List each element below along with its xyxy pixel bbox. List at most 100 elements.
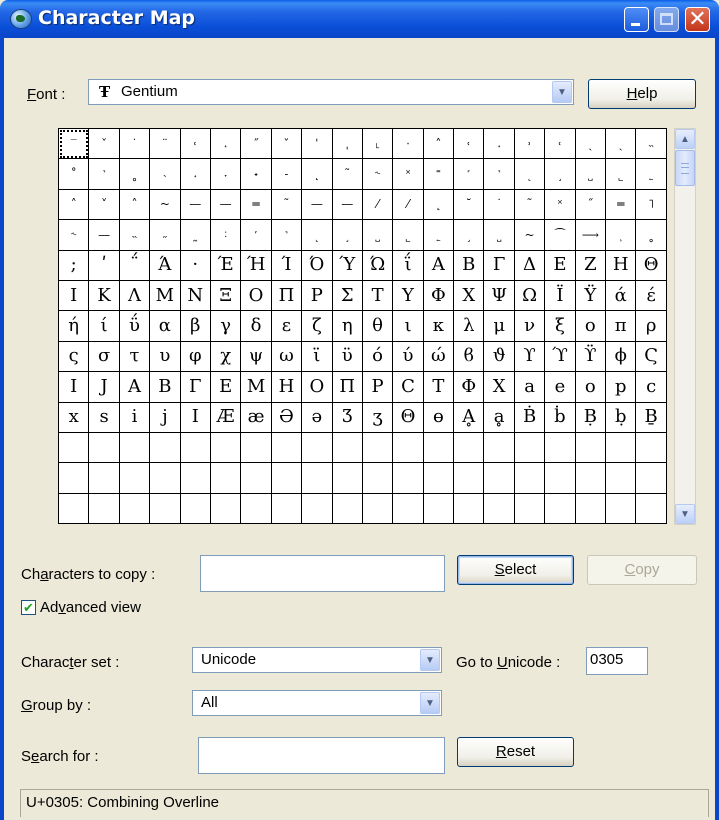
char-cell[interactable]: Ή bbox=[241, 250, 272, 281]
char-cell[interactable]: ʒ bbox=[362, 402, 394, 433]
char-cell[interactable]: ~ bbox=[150, 189, 181, 221]
chevron-down-icon[interactable]: ▼ bbox=[420, 692, 440, 714]
char-cell[interactable]: ˖ bbox=[241, 159, 272, 190]
char-cell[interactable]: Ψ bbox=[484, 280, 515, 312]
char-cell[interactable]: Ύ bbox=[332, 250, 363, 281]
char-cell[interactable]: ʹ bbox=[89, 250, 120, 281]
char-cell[interactable]: Ώ bbox=[362, 250, 394, 281]
char-cell[interactable]: ˞ bbox=[362, 159, 394, 190]
close-button[interactable]: ✕ bbox=[685, 6, 710, 32]
char-cell[interactable]: ~ bbox=[514, 220, 546, 251]
char-cell[interactable]: ˛ bbox=[302, 159, 333, 190]
char-cell[interactable]: Λ bbox=[119, 280, 151, 312]
char-cell[interactable] bbox=[454, 432, 485, 464]
char-cell[interactable] bbox=[59, 432, 90, 464]
char-cell[interactable]: ˟ bbox=[545, 189, 576, 221]
char-cell[interactable] bbox=[362, 463, 394, 494]
char-cell[interactable]: ˎ bbox=[575, 129, 607, 160]
char-cell[interactable] bbox=[393, 463, 424, 494]
char-cell[interactable]: λ bbox=[454, 311, 485, 342]
char-cell[interactable]: ˔ bbox=[484, 129, 515, 160]
char-cell[interactable] bbox=[332, 493, 363, 525]
char-cell[interactable] bbox=[89, 493, 120, 525]
char-cell[interactable]: Υ bbox=[393, 280, 424, 312]
char-cell[interactable] bbox=[150, 463, 181, 494]
char-cell[interactable]: α bbox=[150, 311, 181, 342]
char-cell[interactable] bbox=[575, 493, 607, 525]
char-cell[interactable] bbox=[393, 432, 424, 464]
char-cell[interactable]: κ bbox=[423, 311, 455, 342]
char-cell[interactable] bbox=[150, 432, 181, 464]
char-cell[interactable]: ˏ bbox=[606, 129, 637, 160]
char-cell[interactable]: е bbox=[545, 372, 576, 403]
char-cell[interactable]: Α bbox=[119, 372, 151, 403]
char-cell[interactable]: і bbox=[119, 402, 151, 433]
char-cell[interactable] bbox=[180, 493, 211, 525]
char-cell[interactable]: ά bbox=[606, 280, 637, 312]
char-cell[interactable]: μ bbox=[484, 311, 515, 342]
grid-scrollbar[interactable]: ▲ ▼ bbox=[674, 128, 696, 525]
char-cell[interactable]: ⁄ bbox=[362, 189, 394, 221]
char-cell[interactable]: ‾ bbox=[59, 129, 90, 160]
char-cell[interactable]: γ bbox=[210, 311, 242, 342]
char-cell[interactable] bbox=[514, 493, 546, 525]
char-cell[interactable]: Ḃ bbox=[514, 402, 546, 433]
char-cell[interactable]: ˌ bbox=[332, 129, 363, 160]
char-cell[interactable] bbox=[271, 493, 303, 525]
char-cell[interactable]: Μ bbox=[150, 280, 181, 312]
char-cell[interactable]: ˽ bbox=[362, 220, 394, 251]
char-cell[interactable] bbox=[150, 493, 181, 525]
char-cell[interactable]: ə bbox=[302, 402, 333, 433]
char-cell[interactable] bbox=[119, 432, 151, 464]
char-cell[interactable] bbox=[180, 463, 211, 494]
char-cell[interactable]: Ј bbox=[89, 372, 120, 403]
char-cell[interactable]: Τ bbox=[362, 280, 394, 312]
char-cell[interactable] bbox=[180, 432, 211, 464]
char-cell[interactable]: ˽ bbox=[484, 220, 515, 251]
char-cell[interactable]: ˞ bbox=[59, 220, 90, 251]
char-cell[interactable]: Α bbox=[423, 250, 455, 281]
char-cell[interactable]: ˭ bbox=[423, 159, 455, 190]
char-cell[interactable]: ΐ bbox=[393, 250, 424, 281]
char-cell[interactable] bbox=[545, 493, 576, 525]
char-cell[interactable]: ο bbox=[575, 311, 607, 342]
char-cell[interactable]: τ bbox=[119, 341, 151, 373]
char-cell[interactable]: ρ bbox=[636, 311, 667, 342]
char-cell[interactable]: Ό bbox=[302, 250, 333, 281]
char-cell[interactable]: — bbox=[89, 220, 120, 251]
char-cell[interactable]: Ε bbox=[210, 372, 242, 403]
char-cell[interactable]: ḁ bbox=[484, 402, 515, 433]
char-cell[interactable]: Æ bbox=[210, 402, 242, 433]
char-cell[interactable]: Θ bbox=[636, 250, 667, 281]
char-cell[interactable]: ς bbox=[59, 341, 90, 373]
char-cell[interactable]: Ə bbox=[271, 402, 303, 433]
character-set-dropdown[interactable]: Unicode ▼ bbox=[192, 647, 442, 673]
char-cell[interactable]: ˕ bbox=[210, 159, 242, 190]
char-cell[interactable]: ˼ bbox=[454, 220, 485, 251]
scroll-thumb[interactable] bbox=[675, 150, 695, 186]
advanced-view-label[interactable]: Advanced view bbox=[40, 599, 141, 616]
char-cell[interactable] bbox=[89, 432, 120, 464]
chevron-down-icon[interactable]: ▼ bbox=[552, 81, 572, 103]
reset-button[interactable]: Reset bbox=[457, 737, 574, 767]
char-cell[interactable]: Κ bbox=[89, 280, 120, 312]
char-cell[interactable]: σ bbox=[89, 341, 120, 373]
char-cell[interactable] bbox=[423, 432, 455, 464]
char-cell[interactable]: ˔ bbox=[180, 159, 211, 190]
advanced-view-checkbox[interactable]: ✔ bbox=[21, 600, 36, 615]
char-cell[interactable]: ˼ bbox=[332, 220, 363, 251]
char-cell[interactable]: ˻ bbox=[302, 220, 333, 251]
char-cell[interactable] bbox=[636, 463, 667, 494]
char-cell[interactable]: Έ bbox=[210, 250, 242, 281]
char-cell[interactable]: ⟶ bbox=[575, 220, 607, 251]
char-cell[interactable] bbox=[302, 493, 333, 525]
char-cell[interactable] bbox=[241, 463, 272, 494]
char-cell[interactable]: ˸ bbox=[210, 220, 242, 251]
char-cell[interactable]: ˗ bbox=[271, 159, 303, 190]
char-cell[interactable]: ḅ bbox=[606, 402, 637, 433]
font-dropdown[interactable]: Ŧ Gentium ▼ bbox=[88, 79, 574, 105]
char-cell[interactable]: · bbox=[180, 250, 211, 281]
char-cell[interactable]: ˺ bbox=[271, 220, 303, 251]
char-cell[interactable]: ψ bbox=[241, 341, 272, 373]
group-by-dropdown[interactable]: All ▼ bbox=[192, 690, 442, 716]
